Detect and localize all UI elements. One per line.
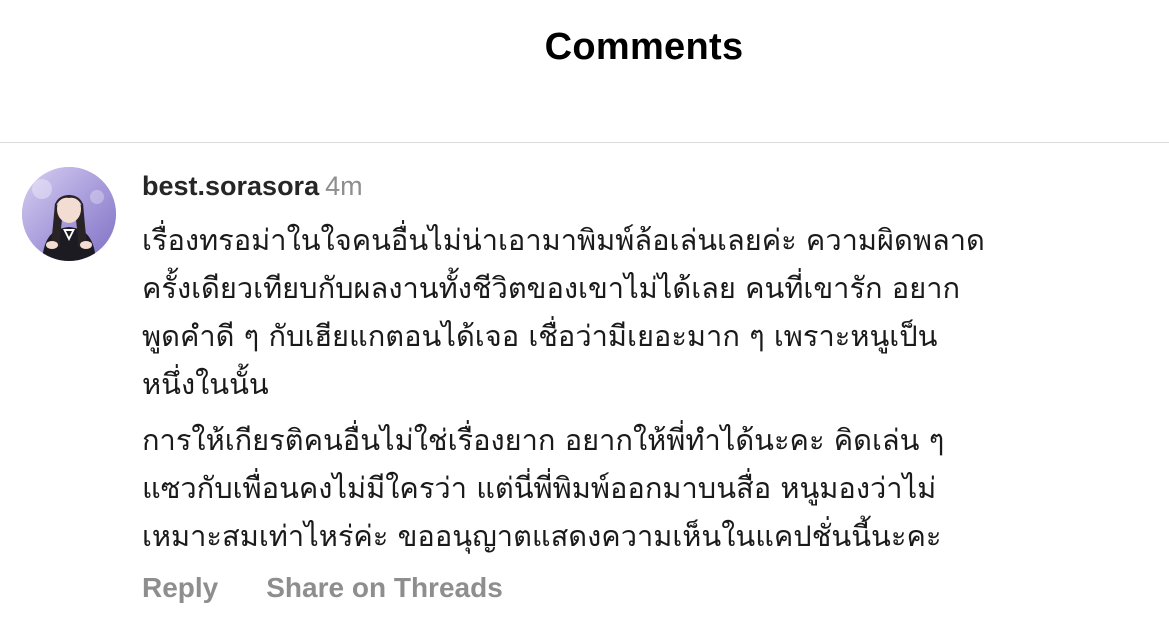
comment-line: พูดคำดี ๆ กับเฮียแกตอนได้เจอ เชื่อว่ามีเ… bbox=[142, 319, 938, 353]
comment-meta: best.sorasora 4m bbox=[142, 168, 1152, 204]
comments-header: Comments bbox=[0, 0, 1169, 143]
comment-paragraph: การให้เกียรติคนอื่นไม่ใช่เรื่องยาก อยากใ… bbox=[142, 416, 1152, 560]
comment-line: การให้เกียรติคนอื่นไม่ใช่เรื่องยาก อยากใ… bbox=[142, 423, 945, 457]
comment-line: แซวกับเพื่อนคงไม่มีใครว่า แต่นี่พี่พิมพ์… bbox=[142, 471, 937, 505]
comment-line: เหมาะสมเท่าไหร่ค่ะ ขออนุญาตแสดงความเห็นใ… bbox=[142, 519, 942, 553]
username[interactable]: best.sorasora bbox=[142, 171, 319, 201]
comment-actions: Reply Share on Threads bbox=[142, 572, 1152, 604]
comment-line: ครั้งเดียวเทียบกับผลงานทั้งชีวิตของเขาไม… bbox=[142, 271, 961, 305]
comment-paragraph: เรื่องทรอม่าในใจคนอื่นไม่น่าเอามาพิมพ์ล้… bbox=[142, 216, 1152, 408]
comment-line: เรื่องทรอม่าในใจคนอื่นไม่น่าเอามาพิมพ์ล้… bbox=[142, 223, 985, 257]
page-title: Comments bbox=[544, 26, 744, 68]
comment-time: 4m bbox=[325, 171, 363, 201]
comment-body: best.sorasora 4m เรื่องทรอม่าในใจคนอื่นไม… bbox=[142, 168, 1152, 604]
reply-button[interactable]: Reply bbox=[142, 572, 218, 604]
avatar-image bbox=[22, 167, 116, 261]
comment-line: หนึ่งในนั้น bbox=[142, 367, 269, 401]
share-on-threads-button[interactable]: Share on Threads bbox=[266, 572, 503, 604]
comment-item: best.sorasora 4m เรื่องทรอม่าในใจคนอื่นไม… bbox=[0, 144, 1169, 637]
user-avatar[interactable] bbox=[22, 167, 116, 261]
